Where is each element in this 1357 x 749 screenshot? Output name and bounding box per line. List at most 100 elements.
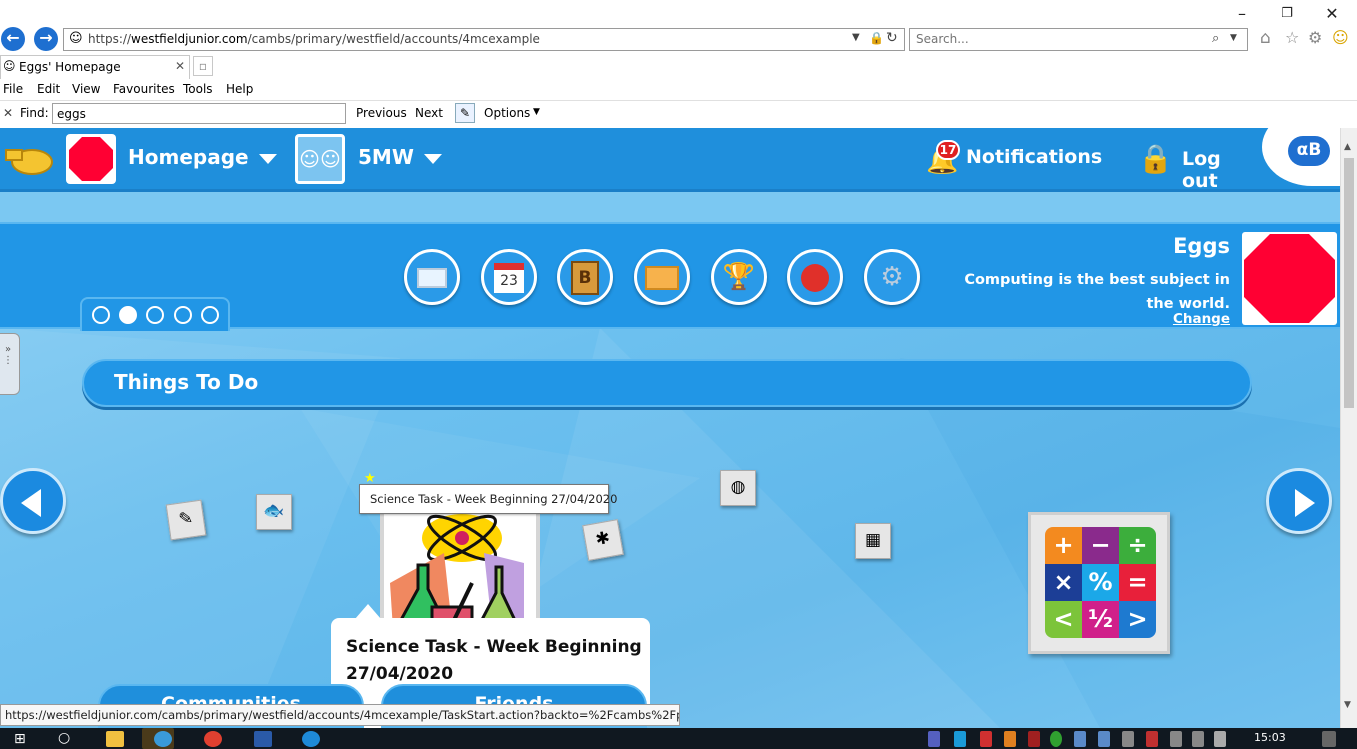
internet-explorer-icon[interactable] bbox=[154, 731, 172, 747]
pager-dot-1[interactable] bbox=[92, 306, 110, 324]
pager-dot-2[interactable] bbox=[119, 306, 137, 324]
side-drawer-handle[interactable]: » ⋮ bbox=[0, 333, 20, 395]
taskbar-clock[interactable]: 15:03 bbox=[1254, 731, 1286, 744]
class-eggs-icon[interactable]: ☺☺ bbox=[295, 134, 345, 184]
task-sticker-globe[interactable]: ◍ bbox=[720, 470, 756, 506]
tab-close-icon[interactable]: ✕ bbox=[175, 59, 185, 73]
scroll-thumb[interactable] bbox=[1344, 158, 1354, 408]
scroll-down-icon[interactable]: ▼ bbox=[1344, 700, 1351, 710]
task-sticker-writing[interactable]: ✎ bbox=[165, 499, 207, 541]
address-dropdown-icon[interactable]: ▼ bbox=[852, 32, 860, 43]
close-window-icon[interactable]: ✕ bbox=[1312, 2, 1352, 26]
find-close-icon[interactable]: ✕ bbox=[3, 106, 13, 120]
pager-dot-4[interactable] bbox=[174, 306, 192, 324]
search-dropdown-icon[interactable]: ▼ bbox=[1230, 33, 1237, 43]
class-menu[interactable]: 5MW bbox=[358, 145, 442, 169]
task-sticker-fish[interactable]: 🐟 bbox=[256, 494, 292, 530]
tray-battery-icon[interactable] bbox=[1192, 731, 1204, 747]
settings-cogs-icon[interactable]: ⚙ bbox=[864, 249, 920, 305]
tray-app5-icon[interactable] bbox=[1050, 731, 1062, 747]
word-icon[interactable] bbox=[254, 731, 272, 747]
find-next-button[interactable]: Next bbox=[415, 106, 443, 120]
calendar-day: 23 bbox=[494, 262, 524, 293]
brand-badge[interactable]: αB bbox=[1262, 128, 1340, 186]
tray-app7-icon[interactable] bbox=[1098, 731, 1110, 747]
scroll-up-icon[interactable]: ▲ bbox=[1344, 142, 1351, 152]
menu-edit[interactable]: Edit bbox=[37, 80, 60, 98]
tray-app8-icon[interactable] bbox=[1122, 731, 1134, 747]
browser-tab[interactable]: ☺ Eggs' Homepage ✕ bbox=[0, 55, 190, 79]
back-icon[interactable]: ← bbox=[1, 27, 25, 51]
messages-icon[interactable] bbox=[404, 249, 460, 305]
homepage-menu[interactable]: Homepage bbox=[128, 145, 277, 169]
edge-icon[interactable] bbox=[302, 731, 320, 747]
calendar-icon[interactable]: 23 bbox=[481, 249, 537, 305]
taskbar-search-icon[interactable]: ○ bbox=[58, 730, 70, 746]
menu-view[interactable]: View bbox=[72, 80, 100, 98]
pager-dot-5[interactable] bbox=[201, 306, 219, 324]
chrome-icon[interactable] bbox=[204, 731, 222, 747]
folders-icon[interactable] bbox=[634, 249, 690, 305]
maths-calculator-app[interactable]: + − ÷ × % = < ½ > bbox=[1028, 512, 1170, 654]
divider-strip bbox=[0, 192, 1340, 222]
tray-teams-icon[interactable] bbox=[928, 731, 940, 747]
pager-dot-3[interactable] bbox=[146, 306, 164, 324]
find-input[interactable] bbox=[52, 103, 346, 124]
carousel-prev-button[interactable] bbox=[0, 468, 66, 534]
task-sticker-grid[interactable]: ▦ bbox=[855, 523, 891, 559]
book-icon[interactable]: B bbox=[557, 249, 613, 305]
carousel-next-button[interactable] bbox=[1266, 468, 1332, 534]
address-bar[interactable]: ☺ https://westfieldjunior.com/cambs/prim… bbox=[63, 28, 905, 51]
tray-app2-icon[interactable] bbox=[980, 731, 992, 747]
logout-button[interactable]: 🔒 Log out bbox=[1136, 138, 1261, 192]
tray-app3-icon[interactable] bbox=[1004, 731, 1016, 747]
menu-help[interactable]: Help bbox=[226, 80, 253, 98]
task-sticker-puzzle[interactable]: ✱ bbox=[582, 519, 624, 561]
trophy-icon[interactable]: 🏆 bbox=[711, 249, 767, 305]
search-input[interactable] bbox=[916, 32, 1196, 46]
lock-icon[interactable]: 🔒 bbox=[869, 31, 884, 45]
feedback-smiley-icon[interactable]: ☺ bbox=[1332, 28, 1349, 47]
highlight-pen-icon[interactable]: ✎ bbox=[455, 103, 475, 123]
find-previous-button[interactable]: Previous bbox=[356, 106, 407, 120]
windows-start-icon[interactable]: ⊞ bbox=[14, 731, 26, 747]
minimize-icon[interactable]: – bbox=[1222, 2, 1262, 26]
calc-key-plus: + bbox=[1045, 527, 1082, 564]
notifications-button[interactable]: 🔔 17 Notifications bbox=[924, 140, 1102, 180]
grid-icon: ▦ bbox=[864, 530, 882, 550]
avatar[interactable] bbox=[66, 134, 116, 184]
profile-avatar[interactable] bbox=[1242, 232, 1337, 325]
find-options-button[interactable]: Options bbox=[484, 106, 530, 120]
padlock-icon: 🔒 bbox=[1138, 142, 1173, 175]
tray-volume-icon[interactable] bbox=[1214, 731, 1226, 747]
logout-label: Log out bbox=[1182, 148, 1221, 192]
search-box[interactable]: ⌕ ▼ bbox=[909, 28, 1248, 51]
search-icon[interactable]: ⌕ bbox=[1212, 31, 1219, 46]
tray-app6-icon[interactable] bbox=[1074, 731, 1086, 747]
menu-favourites[interactable]: Favourites bbox=[113, 80, 175, 98]
page-scrollbar[interactable]: ▲ ▼ bbox=[1340, 128, 1357, 728]
find-options-dropdown-icon[interactable]: ▼ bbox=[533, 107, 540, 117]
file-explorer-icon[interactable] bbox=[106, 731, 124, 747]
forward-icon[interactable]: → bbox=[34, 27, 58, 51]
parrot-icon[interactable] bbox=[787, 249, 843, 305]
notifications-label: Notifications bbox=[966, 146, 1103, 168]
action-center-icon[interactable] bbox=[1322, 731, 1336, 747]
menu-file[interactable]: File bbox=[3, 80, 23, 98]
top-navigation-bar: Homepage ☺☺ 5MW 🔔 17 Notifications 🔒 Log… bbox=[0, 128, 1340, 192]
refresh-icon[interactable]: ↻ bbox=[886, 30, 898, 46]
restore-icon[interactable]: ❐ bbox=[1267, 2, 1307, 26]
browser-chrome: – ❐ ✕ ← → ☺ https://westfieldjunior.com/… bbox=[0, 0, 1357, 128]
whistle-icon[interactable] bbox=[4, 140, 54, 178]
tray-network-icon[interactable] bbox=[1170, 731, 1182, 747]
tray-app4-icon[interactable] bbox=[1028, 731, 1040, 747]
new-tab-icon[interactable]: ▫ bbox=[193, 56, 213, 76]
tray-app9-icon[interactable] bbox=[1146, 731, 1158, 747]
menu-tools[interactable]: Tools bbox=[183, 80, 213, 98]
favourites-star-icon[interactable]: ☆ bbox=[1285, 28, 1299, 47]
change-motto-link[interactable]: Change bbox=[1173, 311, 1230, 327]
home-icon[interactable]: ⌂ bbox=[1260, 28, 1271, 48]
settings-gear-icon[interactable]: ⚙ bbox=[1308, 28, 1322, 47]
tray-app-icon[interactable] bbox=[954, 731, 966, 747]
class-label: 5MW bbox=[358, 145, 414, 169]
